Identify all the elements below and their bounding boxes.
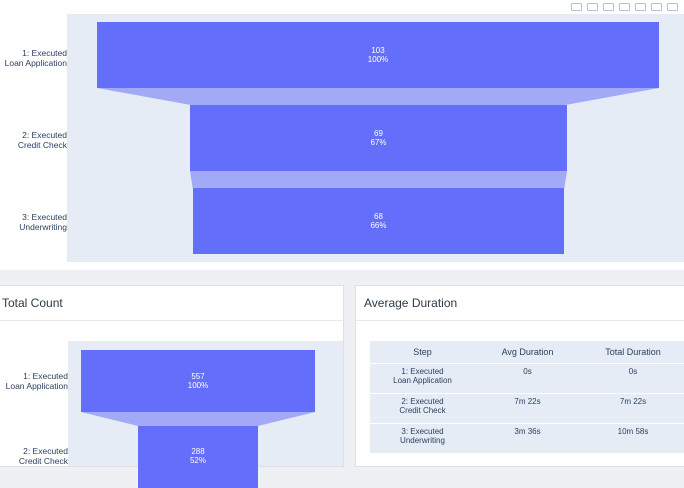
- top-funnel-panel: 1: Executed Loan Application 2: Executed…: [0, 0, 684, 270]
- y-tick-label: 1: Executed Loan Application: [5, 371, 68, 391]
- divider: [0, 320, 343, 321]
- table-cell: 10m 58s: [580, 424, 684, 454]
- average-duration-panel: Average Duration Step Avg Duration Total…: [355, 285, 684, 467]
- bar-percent: 67%: [370, 138, 387, 147]
- zoom-icon[interactable]: [587, 3, 598, 11]
- table-header-row: Step Avg Duration Total Duration: [370, 341, 684, 364]
- duration-table: Step Avg Duration Total Duration 1: Exec…: [370, 341, 684, 454]
- table-row: 2: Executed Credit Check 7m 22s 7m 22s: [370, 394, 684, 424]
- total-count-panel: Total Count 1: Executed Loan Application…: [0, 285, 344, 488]
- panel-title: Average Duration: [364, 296, 458, 310]
- bar-percent: 100%: [367, 55, 389, 64]
- table-row: 3: Executed Underwriting 3m 36s 10m 58s: [370, 424, 684, 454]
- autoscale-icon[interactable]: [651, 3, 662, 11]
- table-cell: 1: Executed Loan Application: [370, 364, 475, 394]
- table-cell: 2: Executed Credit Check: [370, 394, 475, 424]
- divider: [356, 320, 684, 321]
- panel-title: Total Count: [2, 296, 63, 310]
- camera-icon[interactable]: [571, 3, 582, 11]
- bar-value: 288: [191, 447, 205, 456]
- table-cell: 0s: [475, 364, 580, 394]
- table-cell: 3: Executed Underwriting: [370, 424, 475, 454]
- bar-value: 557: [191, 372, 205, 381]
- reset-axes-icon[interactable]: [667, 3, 678, 11]
- funnel-connector: [190, 171, 567, 188]
- zoom-out-icon[interactable]: [635, 3, 646, 11]
- funnel-bar[interactable]: 68 66%: [193, 188, 564, 254]
- y-tick-label: 2: Executed Credit Check: [18, 446, 68, 466]
- chart-modebar[interactable]: [571, 2, 678, 12]
- funnel-bar[interactable]: 103 100%: [97, 22, 659, 88]
- bar-value: 69: [374, 129, 383, 138]
- column-header: Step: [370, 341, 475, 364]
- pan-icon[interactable]: [603, 3, 614, 11]
- table-row: 1: Executed Loan Application 0s 0s: [370, 364, 684, 394]
- y-tick-label: 2: Executed Credit Check: [17, 130, 67, 150]
- funnel-bar[interactable]: 557 100%: [81, 350, 315, 412]
- column-header: Total Duration: [580, 341, 684, 364]
- y-tick-label: 3: Executed Underwriting: [19, 212, 67, 232]
- bar-percent: 66%: [370, 221, 387, 230]
- table-cell: 7m 22s: [580, 394, 684, 424]
- funnel-bar[interactable]: 288 52%: [138, 426, 258, 488]
- table-cell: 3m 36s: [475, 424, 580, 454]
- y-tick-label: 1: Executed Loan Application: [4, 48, 67, 68]
- bar-value: 103: [371, 46, 385, 55]
- bar-value: 68: [374, 212, 383, 221]
- funnel-bar[interactable]: 69 67%: [190, 105, 567, 171]
- table-cell: 0s: [580, 364, 684, 394]
- table-cell: 7m 22s: [475, 394, 580, 424]
- bar-percent: 100%: [187, 381, 209, 390]
- zoom-in-icon[interactable]: [619, 3, 630, 11]
- funnel-connector: [97, 88, 659, 105]
- column-header: Avg Duration: [475, 341, 580, 364]
